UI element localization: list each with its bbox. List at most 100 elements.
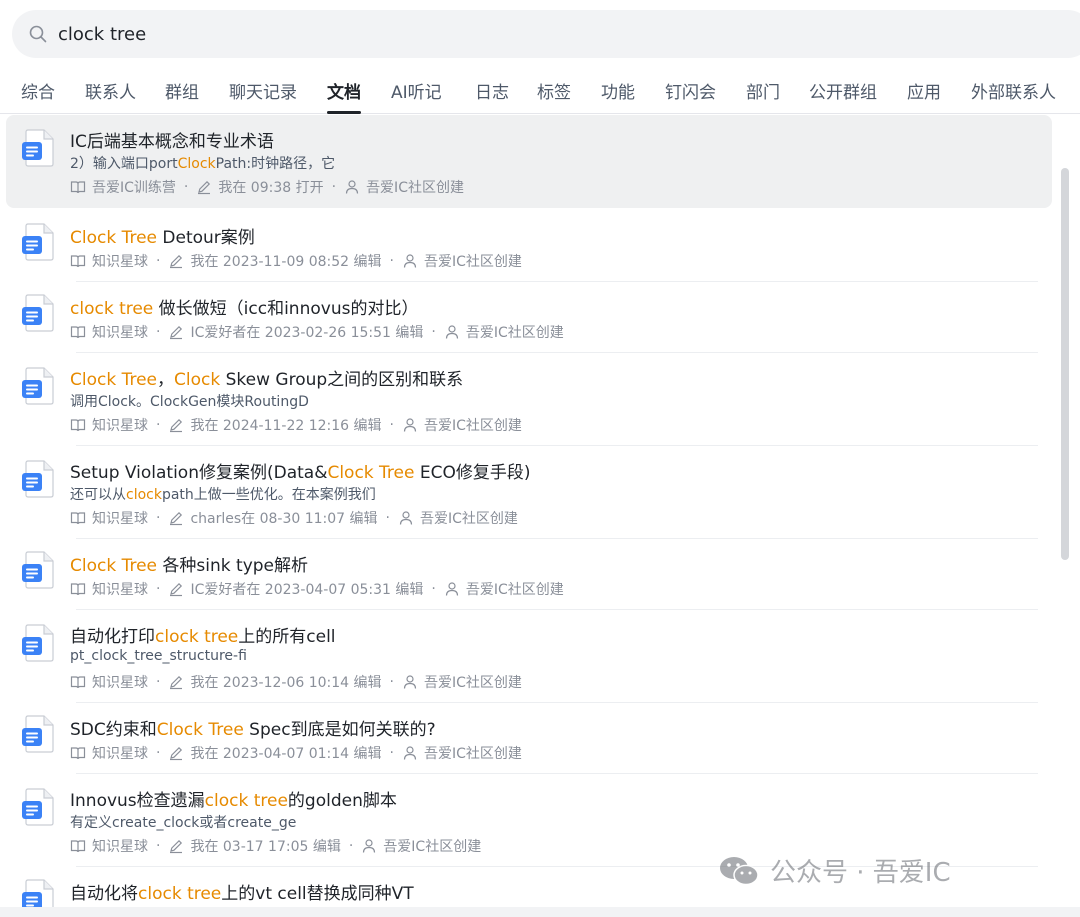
result-item[interactable]: IC后端基本概念和专业术语 2）输入端口portClockPath:时钟路径，它吾… (6, 115, 1052, 208)
highlight-match: clock tree (70, 299, 154, 319)
text-segment: Skew Group之间的区别和联系 (220, 370, 464, 390)
person-icon (445, 325, 458, 339)
text-segment: path上做一些优化。在本案例我们 (161, 487, 376, 503)
tab-8[interactable]: 功能 (601, 78, 635, 103)
separator-dot: · (389, 253, 394, 269)
result-snippet: 2）输入端口portClockPath:时钟路径，它 (70, 153, 335, 173)
text-segment: Detour案例 (157, 228, 255, 248)
person-icon (399, 511, 413, 525)
scrollbar[interactable] (1061, 168, 1069, 560)
separator-dot: · (389, 417, 394, 433)
highlight-match: Clock Tree (70, 228, 158, 248)
tab-1[interactable]: 联系人 (85, 78, 136, 103)
text-segment: 的golden脚本 (287, 791, 397, 811)
result-edit-info: 我在 2023-12-06 10:14 编辑 (190, 675, 382, 691)
result-space: 知识星球 (92, 582, 148, 598)
document-icon (22, 294, 54, 332)
result-space: 吾爱IC训练营 (92, 180, 176, 196)
search-results-list: IC后端基本概念和专业术语 2）输入端口portClockPath:时钟路径，它吾… (0, 115, 1060, 910)
tab-11[interactable]: 公开群组 (809, 78, 877, 103)
text-segment: 上的vt cell替换成同种VT (221, 884, 414, 904)
separator-dot: · (156, 745, 161, 761)
result-item[interactable]: 自动化打印clock tree上的所有cell pt_clock_tree_str… (6, 610, 1052, 703)
book-icon (70, 419, 86, 432)
result-creator: 吾爱IC社区创建 (465, 325, 564, 341)
result-meta: 知识星球 · 我在 2023-11-09 08:52 编辑 · 吾爱IC社区创建 (70, 251, 522, 271)
document-icon (22, 460, 54, 498)
separator-dot: · (183, 179, 189, 195)
tab-2[interactable]: 群组 (165, 78, 199, 103)
result-space: 知识星球 (92, 511, 148, 527)
result-edit-info: charles在 08-30 11:07 编辑 (190, 511, 378, 527)
result-edit-info: 我在 2024-11-22 12:16 编辑 (190, 418, 382, 434)
result-meta: 知识星球 · 我在 2024-11-22 12:16 编辑 · 吾爱IC社区创建 (70, 415, 522, 435)
person-icon (403, 746, 417, 760)
highlight-match: Clock Tree (70, 556, 158, 576)
pencil-icon (170, 582, 183, 597)
pencil-icon (170, 511, 183, 526)
result-title: SDC约束和Clock Tree Spec到底是如何关联的? (70, 715, 436, 740)
text-segment: 调用Clock。ClockGen模块RoutingD (70, 394, 309, 410)
separator-dot: · (348, 838, 354, 854)
result-creator: 吾爱IC社区创建 (423, 746, 522, 762)
tab-10[interactable]: 部门 (746, 78, 780, 103)
book-icon (70, 747, 86, 760)
separator-dot: · (156, 674, 161, 690)
result-item[interactable]: Clock Tree Detour案例 知识星球 · 我在 2023-11-09 08… (6, 211, 1052, 282)
result-meta: 知识星球 · 我在 2023-12-06 10:14 编辑 · 吾爱IC社区创建 (70, 672, 522, 692)
tab-12[interactable]: 应用 (907, 78, 941, 103)
tab-13[interactable]: 外部联系人 (971, 78, 1056, 103)
separator-dot: · (156, 581, 161, 597)
tab-4[interactable]: 文档 (327, 78, 361, 103)
highlight-match: Clock (177, 156, 216, 172)
pencil-icon (170, 325, 183, 340)
search-icon (29, 25, 47, 43)
book-icon (70, 512, 86, 525)
text-segment: 各种sink type解析 (157, 556, 308, 576)
result-item[interactable]: Clock Tree，Clock Skew Group之间的区别和联系调用Clo… (6, 353, 1052, 446)
document-icon (22, 129, 54, 167)
tab-7[interactable]: 标签 (537, 78, 571, 103)
result-creator: 吾爱IC社区创建 (366, 180, 464, 196)
result-item[interactable]: Setup Violation修复案例(Data&Clock Tree ECO修… (6, 446, 1052, 539)
result-space: 知识星球 (92, 746, 148, 762)
result-space: 知识星球 (92, 254, 148, 270)
text-segment: IC后端基本概念和专业术语 (70, 132, 274, 152)
result-creator: 吾爱IC社区创建 (423, 254, 522, 270)
tab-9[interactable]: 钉闪会 (665, 78, 716, 103)
text-segment: 自动化将 (70, 884, 138, 904)
result-meta: 知识星球 · 我在 2023-04-07 01:14 编辑 · 吾爱IC社区创建 (70, 743, 522, 763)
tab-3[interactable]: 聊天记录 (229, 78, 297, 103)
result-item[interactable]: SDC约束和Clock Tree Spec到底是如何关联的? 知识星球 · 我在 20… (6, 703, 1052, 774)
tab-0[interactable]: 综合 (21, 78, 55, 103)
text-segment: 2）输入端口port (70, 156, 178, 172)
result-title: Clock Tree，Clock Skew Group之间的区别和联系 (70, 365, 463, 390)
watermark-text: 公众号 · 吾爱IC (770, 858, 951, 888)
result-meta: 知识星球 · charles在 08-30 11:07 编辑 · 吾爱IC社区创建 (70, 508, 518, 528)
book-icon (70, 676, 86, 689)
pencil-icon (170, 418, 183, 433)
separator-dot: · (156, 838, 161, 854)
pencil-icon (170, 746, 183, 761)
book-icon (70, 583, 86, 596)
bottom-bar (0, 907, 1080, 917)
result-item[interactable]: Clock Tree 各种sink type解析 知识星球 · IC爱好者在 2023… (6, 539, 1052, 610)
tab-5[interactable]: AI听记 (391, 78, 442, 103)
result-creator: 吾爱IC社区创建 (465, 582, 564, 598)
text-segment: pt_clock_tree_structure-fi (70, 648, 247, 664)
result-edit-info: 我在 2023-04-07 01:14 编辑 (190, 746, 382, 762)
separator-dot: · (389, 745, 394, 761)
pencil-icon (170, 839, 183, 854)
search-input[interactable] (58, 20, 658, 48)
tab-6[interactable]: 日志 (475, 78, 509, 103)
result-edit-info: IC爱好者在 2023-04-07 05:31 编辑 (190, 582, 424, 598)
result-edit-info: 我在 03-17 17:05 编辑 (190, 839, 341, 855)
result-item[interactable]: clock tree 做长做短（icc和innovus的对比） 知识星球 · IC爱好… (6, 282, 1052, 353)
text-segment: Path:时钟路径，它 (215, 156, 336, 172)
document-icon (22, 367, 54, 405)
search-bar[interactable] (12, 10, 1080, 58)
book-icon (70, 255, 86, 268)
separator-dot: · (389, 674, 394, 690)
text-segment: ECO修复手段) (414, 463, 531, 483)
highlight-match: Clock Tree (70, 370, 158, 390)
